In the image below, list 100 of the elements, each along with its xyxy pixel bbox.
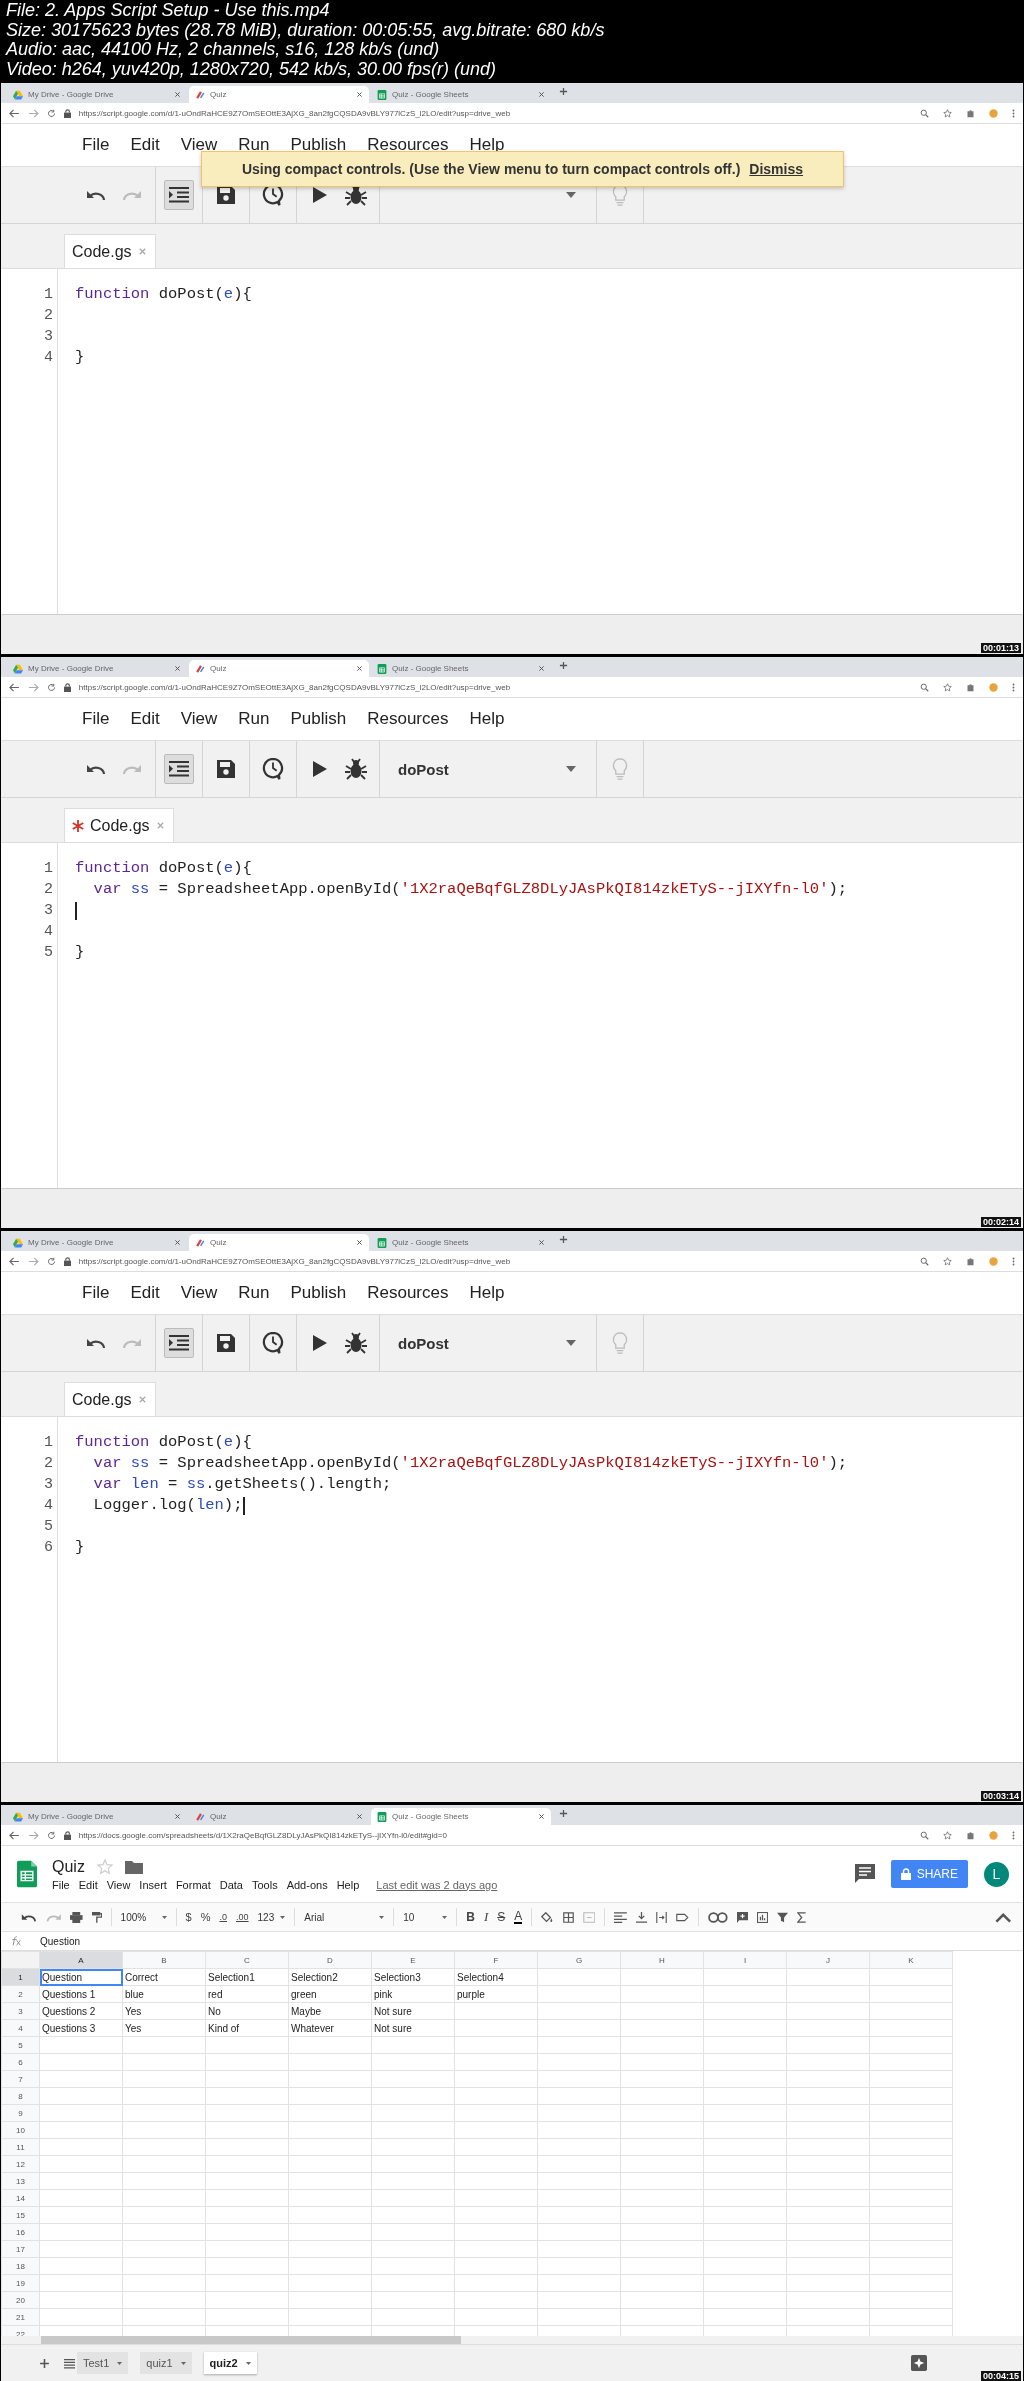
formula-field[interactable]: Question [40, 1935, 81, 1947]
table-cell[interactable]: red [205, 1985, 289, 2003]
extension-icon[interactable] [966, 682, 975, 692]
row-header[interactable]: 22 [1, 2325, 40, 2336]
menu-item[interactable]: Insert [139, 1878, 167, 1891]
indent-button[interactable] [164, 180, 194, 210]
decrease-decimals-button[interactable]: .0 [219, 1912, 227, 1922]
table-cell[interactable]: Not sure [371, 2002, 455, 2020]
share-button[interactable]: SHARE [890, 1860, 968, 1888]
number-format-select[interactable]: 123 [257, 1911, 286, 1923]
menu-item[interactable]: Run [238, 709, 270, 729]
close-icon[interactable] [356, 665, 363, 672]
zoom-icon[interactable] [920, 1830, 929, 1840]
new-tab-icon[interactable] [559, 1234, 568, 1244]
table-cell[interactable]: pink [371, 1985, 455, 2003]
close-icon[interactable] [356, 1813, 363, 1820]
text-color-button[interactable]: A [514, 1910, 523, 1924]
last-edit-link[interactable]: Last edit was 2 days ago [376, 1878, 498, 1891]
menu-item[interactable]: Run [238, 1283, 270, 1303]
star-icon[interactable] [943, 682, 952, 692]
column-header[interactable]: J [786, 1951, 870, 1969]
table-cell[interactable]: Yes [122, 2019, 206, 2037]
fill-color-icon[interactable] [541, 1911, 554, 1923]
star-icon[interactable] [943, 1256, 952, 1266]
borders-icon[interactable] [562, 1911, 574, 1923]
menu-item[interactable]: View [106, 1878, 131, 1891]
menu-item[interactable]: Resources [367, 709, 449, 729]
table-cell[interactable]: Question [39, 1968, 123, 1986]
menu-item[interactable]: Help [336, 1878, 360, 1891]
column-header[interactable]: C [205, 1951, 289, 1969]
table-cell[interactable]: Selection1 [205, 1968, 289, 1986]
link-icon[interactable] [707, 1911, 728, 1923]
table-cell[interactable]: Not sure [371, 2019, 455, 2037]
menu-item[interactable]: Edit [78, 1878, 98, 1891]
table-cell[interactable]: Yes [122, 2002, 206, 2020]
menu-item[interactable]: Edit [130, 1283, 160, 1303]
file-tab[interactable]: Code.gs [64, 1382, 156, 1416]
browser-tab[interactable]: Quiz [189, 86, 369, 103]
menu-item[interactable]: Add-ons [286, 1878, 328, 1891]
table-cell[interactable]: Correct [122, 1968, 206, 1986]
menu-item[interactable]: Format [175, 1878, 211, 1891]
filter-icon[interactable] [776, 1911, 788, 1923]
menu-item[interactable]: Tools [251, 1878, 278, 1891]
menu-item[interactable]: Edit [130, 709, 160, 729]
italic-button[interactable]: I [483, 1909, 489, 1925]
address-bar[interactable]: https://docs.google.com/spreadsheets/d/1X2raQeBqfGLZ8DLyJAsPkQI814zkETyS--jIXYfn-l0/edit#gid=0 [78, 1830, 447, 1840]
back-icon[interactable] [9, 682, 20, 692]
indent-button[interactable] [164, 1328, 194, 1358]
add-sheet-icon[interactable] [39, 2357, 50, 2369]
menu-item[interactable]: Run [238, 135, 270, 155]
menu-icon[interactable] [1012, 682, 1015, 692]
all-sheets-icon[interactable] [64, 2357, 75, 2369]
close-icon[interactable] [174, 91, 181, 98]
browser-tab[interactable]: Quiz - Google Sheets [371, 1808, 551, 1825]
browser-tab[interactable]: My Drive - Google Drive [7, 1808, 187, 1825]
browser-tab[interactable]: Quiz - Google Sheets [371, 660, 551, 677]
reload-icon[interactable] [46, 108, 56, 118]
menu-item[interactable]: Help [469, 135, 505, 155]
document-title[interactable]: Quiz [52, 1857, 85, 1876]
table-cell[interactable]: Maybe [288, 2002, 372, 2020]
font-select[interactable]: Arial [304, 1911, 385, 1923]
table-cell[interactable]: Questions 3 [39, 2019, 123, 2037]
back-icon[interactable] [9, 108, 20, 118]
table-cell[interactable]: Selection4 [454, 1968, 538, 1986]
paint-format-icon[interactable] [91, 1911, 102, 1923]
table-cell[interactable]: purple [454, 1985, 538, 2003]
menu-item[interactable]: View [180, 709, 218, 729]
close-icon[interactable] [538, 665, 545, 672]
strikethrough-button[interactable]: S [497, 1910, 506, 1924]
code-editor[interactable]: function doPost(e){ } [58, 269, 1023, 614]
account-avatar[interactable]: L [984, 1861, 1009, 1887]
text-wrap-icon[interactable] [656, 1911, 668, 1923]
reload-icon[interactable] [46, 1256, 56, 1266]
menu-item[interactable]: Resources [367, 135, 449, 155]
browser-tab[interactable]: Quiz [189, 1234, 369, 1251]
close-icon[interactable] [538, 1813, 545, 1820]
column-header[interactable]: I [703, 1951, 787, 1969]
sheet-tab[interactable]: Test1 [77, 2352, 129, 2374]
menu-item[interactable]: Edit [130, 135, 160, 155]
close-icon[interactable] [538, 91, 545, 98]
menu-item[interactable]: Publish [290, 1283, 347, 1303]
browser-tab[interactable]: Quiz - Google Sheets [371, 1234, 551, 1251]
menu-item[interactable]: View [180, 135, 218, 155]
function-select[interactable]: doPost [388, 1328, 588, 1358]
code-editor[interactable]: function doPost(e){ var ss = SpreadsheetApp.openById('1X2raQeBqfGLZ8DLyJAsPkQI814zkETyS--jIXYfn-l0'); } [58, 843, 1023, 1188]
table-cell[interactable]: Whatever [288, 2019, 372, 2037]
function-select[interactable]: doPost [388, 754, 588, 784]
print-icon[interactable] [70, 1911, 83, 1923]
zoom-icon[interactable] [920, 108, 929, 118]
file-tab[interactable]: Code.gs [64, 234, 156, 268]
browser-tab[interactable]: My Drive - Google Drive [7, 86, 187, 103]
new-tab-icon[interactable] [559, 1808, 568, 1818]
back-icon[interactable] [9, 1830, 20, 1840]
explore-icon[interactable] [910, 2355, 927, 2371]
column-header[interactable]: G [537, 1951, 621, 1969]
close-icon[interactable] [356, 1239, 363, 1246]
menu-icon[interactable] [1012, 1256, 1015, 1266]
menu-item[interactable]: File [52, 1878, 70, 1891]
table-cell[interactable]: Kind of [205, 2019, 289, 2037]
menu-item[interactable]: Data [219, 1878, 243, 1891]
